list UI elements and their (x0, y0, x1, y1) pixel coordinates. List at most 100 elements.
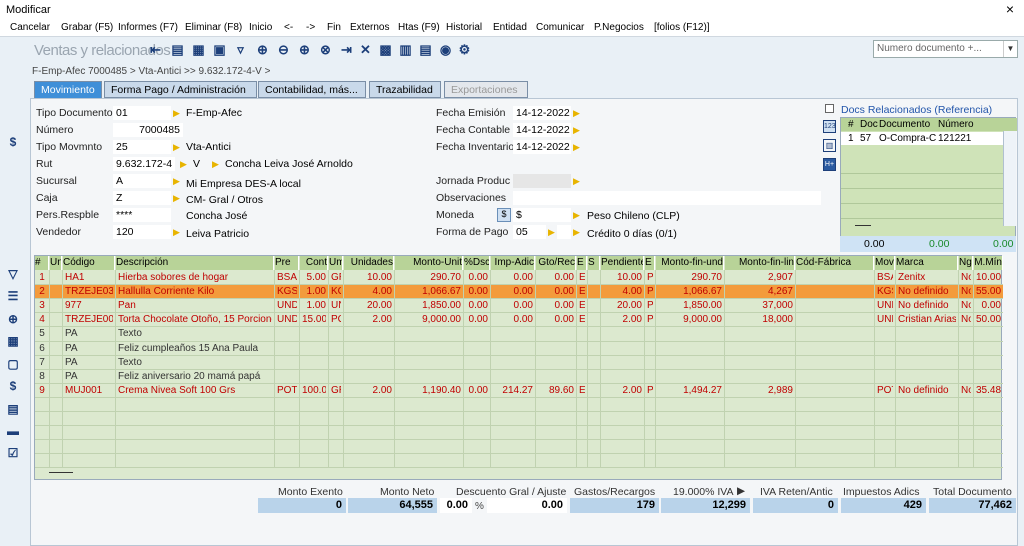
tab-contabilidad[interactable]: Contabilidad, más... (258, 81, 366, 98)
menu-eliminar[interactable]: Eliminar (F8) (185, 22, 242, 33)
next-icon[interactable]: ⊕ (297, 42, 312, 57)
menu-externos[interactable]: Externos (350, 22, 389, 33)
tipo-documento-lookup-icon[interactable] (173, 106, 180, 120)
menu-inicio[interactable]: Inicio (249, 22, 272, 33)
sucursal-field[interactable]: A (113, 174, 171, 188)
fecha-emision-picker-icon[interactable] (573, 106, 580, 120)
jornada-lookup-icon[interactable] (573, 174, 580, 188)
sliders-icon[interactable]: ☰ (6, 289, 20, 303)
truck-icon[interactable]: ▬ (6, 424, 20, 438)
numero-field[interactable]: 7000485 (113, 123, 183, 137)
menu-folios[interactable]: [folios (F12)] (654, 22, 710, 33)
columns-icon[interactable]: ▥ (823, 139, 836, 152)
grid-row[interactable]: 7 PA Texto (35, 356, 1003, 370)
stack-icon[interactable]: ▤ (6, 402, 20, 416)
related-docs-checkbox[interactable] (825, 104, 834, 113)
vendedor-field[interactable]: 120 (113, 225, 171, 239)
calendar-icon[interactable]: ▩ (378, 42, 393, 57)
import-icon[interactable]: ⇥ (339, 42, 354, 57)
menu-entidad[interactable]: Entidad (493, 22, 527, 33)
print-icon[interactable]: ▦ (191, 42, 206, 57)
grid-col-11[interactable]: Gto/Rec (536, 256, 576, 270)
card-icon[interactable]: ▤ (418, 42, 433, 57)
forma-pago-extra-field[interactable] (557, 225, 571, 239)
iva-lookup-icon[interactable] (737, 484, 744, 498)
grid-row[interactable]: 4 TRZEJE00 Torta Chocolate Otoño, 15 Porci… (35, 313, 1003, 327)
grid-col-19[interactable]: Mov (875, 256, 895, 270)
grid-row[interactable]: 5 PA Texto (35, 327, 1003, 341)
grid-col-21[interactable]: Ng (959, 256, 973, 270)
descuento-field[interactable]: 0.00 (487, 498, 567, 513)
grid-col-9[interactable]: %Dsc (464, 256, 490, 270)
observaciones-field[interactable] (513, 191, 821, 205)
grid-col-2[interactable]: Código (63, 256, 115, 270)
first-icon[interactable]: ⊕ (255, 42, 270, 57)
grid-row[interactable]: 9 MUJ001 Crema Nivea Soft 100 Grs POT 100.00… (35, 384, 1003, 398)
grid-col-0[interactable]: # (35, 256, 49, 270)
tipo-movimiento-lookup-icon[interactable] (173, 140, 180, 154)
menu-grabar[interactable]: Grabar (F5) (61, 22, 113, 33)
forma-pago-field[interactable]: 05 (513, 225, 546, 239)
save-icon[interactable]: ▤ (170, 42, 185, 57)
grid-col-13[interactable]: S (588, 256, 600, 270)
fecha-contable-field[interactable]: 14-12-2022 (513, 123, 571, 137)
calendar7-icon[interactable]: ▦ (6, 334, 20, 348)
caja-field[interactable]: Z (113, 191, 171, 205)
jornada-field[interactable] (513, 174, 571, 188)
navigate-icon[interactable]: ⊕ (6, 312, 20, 326)
tipo-movimiento-field[interactable]: 25 (113, 140, 171, 154)
back-icon[interactable]: ⇤ (148, 42, 163, 57)
grid-col-22[interactable]: M.Mín (974, 256, 1003, 270)
menu-fin[interactable]: Fin (327, 22, 341, 33)
grid-col-8[interactable]: Monto-Unit (395, 256, 463, 270)
tab-forma-pago[interactable]: Forma Pago / Administración (104, 81, 257, 98)
checklist-icon[interactable]: ☑ (6, 446, 20, 460)
window-icon[interactable]: ▢ (6, 357, 20, 371)
last-icon[interactable]: ⊗ (318, 42, 333, 57)
filter-icon[interactable]: ▽ (6, 267, 20, 281)
grid-col-10[interactable]: Imp-Adic (491, 256, 535, 270)
dollar-icon[interactable]: $ (6, 135, 20, 149)
moneda-field[interactable]: $ (513, 208, 571, 222)
currency-icon[interactable]: $ (497, 208, 511, 222)
related-docs-row[interactable]: 1 57 O-Compra-C 121221 (841, 132, 1003, 145)
grid-col-5[interactable]: Cont (300, 256, 328, 270)
printer-icon[interactable]: ▣ (212, 42, 227, 57)
tab-exportaciones[interactable]: Exportaciones (444, 81, 528, 98)
document-search-input[interactable]: Numero documento +... ▼ (873, 40, 1018, 58)
fecha-inventario-field[interactable]: 14-12-2022 (513, 140, 571, 154)
rut-dv-lookup-icon[interactable] (212, 157, 219, 171)
grid-row[interactable]: 6 PA Feliz cumpleaños 15 Ana Paula (35, 342, 1003, 356)
menu-next[interactable]: -> (306, 22, 315, 33)
grid-col-18[interactable]: Cód-Fábrica (796, 256, 874, 270)
close-button[interactable]: × (1006, 1, 1014, 17)
grid-col-1[interactable]: Un (50, 256, 62, 270)
caja-lookup-icon[interactable] (173, 191, 180, 205)
grid-col-20[interactable]: Marca (896, 256, 958, 270)
list-icon[interactable]: ▥ (398, 42, 413, 57)
responsable-field[interactable]: **** (113, 208, 171, 222)
tab-movimiento[interactable]: Movimiento (34, 81, 102, 99)
tipo-documento-field[interactable]: 01 (113, 106, 171, 120)
sucursal-lookup-icon[interactable] (173, 174, 180, 188)
chevron-down-icon[interactable]: ▼ (1003, 41, 1017, 57)
moneda-lookup-icon[interactable] (573, 208, 580, 222)
vendedor-lookup-icon[interactable] (173, 225, 180, 239)
descuento-pct-field[interactable]: 0.00 (440, 498, 472, 513)
grid-row[interactable]: 8 PA Feliz aniversario 20 mamá papá (35, 370, 1003, 384)
fecha-inventario-picker-icon[interactable] (573, 140, 580, 154)
grid-row[interactable]: 1 HA1 Hierba sobores de hogar BSA 5.00 GR 10.0… (35, 271, 1003, 285)
tools-icon[interactable]: ✕ (358, 42, 373, 57)
menu-historial[interactable]: Historial (446, 22, 482, 33)
grid-row[interactable]: 3 977 Pan UND 1.00 UN 20.00 1,850.00 0.00 0.00 0.0… (35, 299, 1003, 313)
forma-pago-extra-lookup-icon[interactable] (573, 225, 580, 239)
grid-col-16[interactable]: Monto-fin-und (656, 256, 724, 270)
grid-col-6[interactable]: Um (329, 256, 343, 270)
related-scrollbar[interactable] (1003, 131, 1016, 226)
trash-icon[interactable]: ▿ (233, 42, 248, 57)
menu-prev[interactable]: <- (284, 22, 293, 33)
grid-col-17[interactable]: Monto-fin-lin (725, 256, 795, 270)
grid-col-12[interactable]: E (577, 256, 587, 270)
menu-cancelar[interactable]: Cancelar (10, 22, 50, 33)
tab-trazabilidad[interactable]: Trazabilidad (369, 81, 441, 98)
